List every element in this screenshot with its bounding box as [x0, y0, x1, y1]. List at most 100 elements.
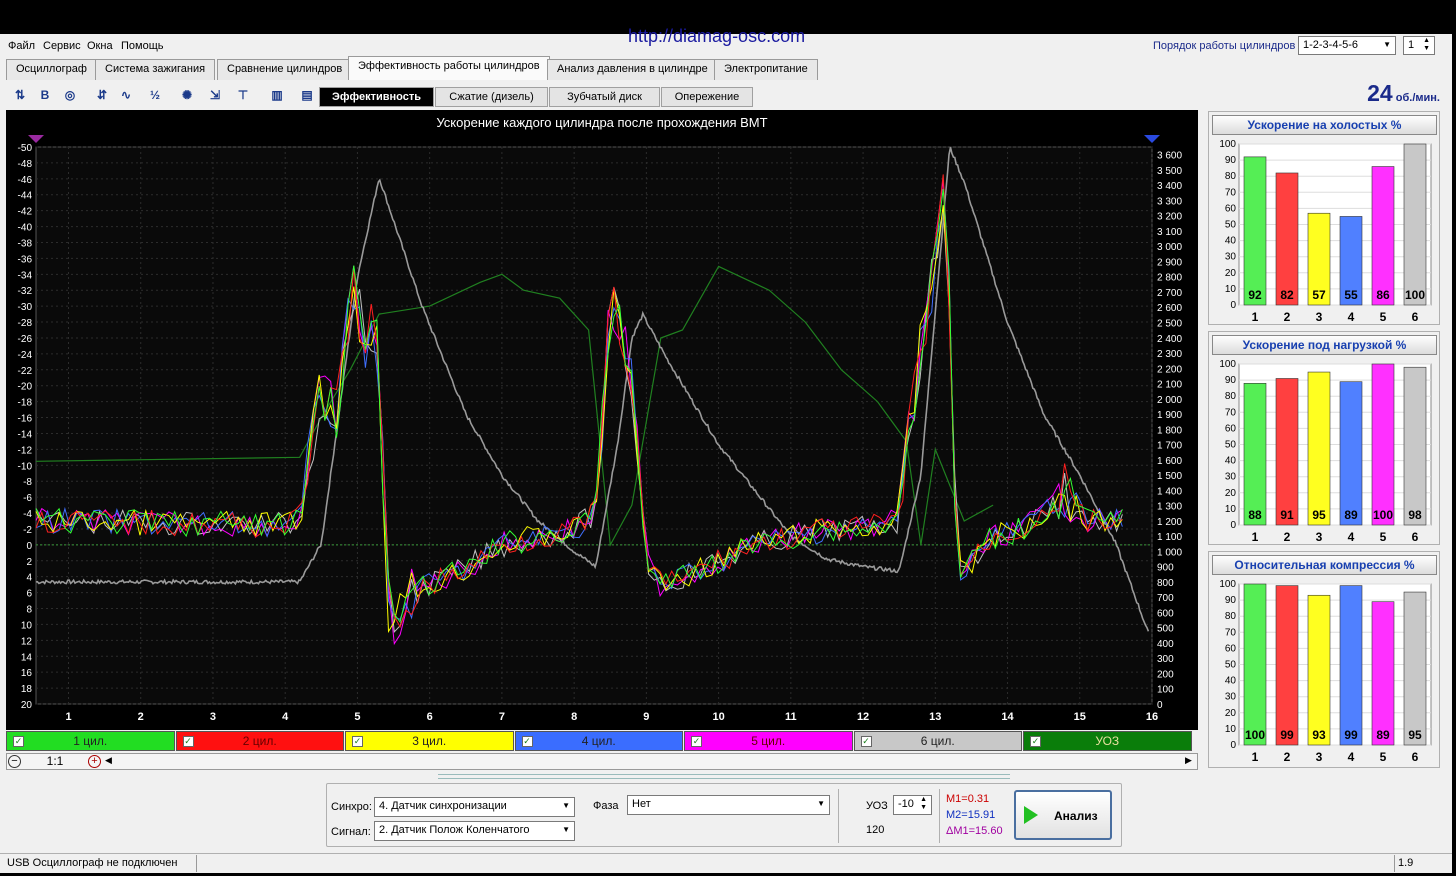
panel-x-tick: 5: [1380, 310, 1387, 324]
cylinder-tab-label: 5 цил.: [751, 734, 786, 748]
checkbox-icon[interactable]: ✓: [860, 736, 872, 747]
subtab-compression-diesel[interactable]: Сжатие (дизель): [435, 87, 548, 107]
panel-3: Относительная компрессия % 100 90 80 70 60 50 4…: [1208, 551, 1440, 768]
zoom-out-icon[interactable]: −: [8, 755, 21, 768]
uoz-stepper[interactable]: -10 ▲ ▼: [893, 795, 932, 815]
panel-bar-chart: 1009080706050403020100921822573554865100…: [1219, 139, 1432, 324]
cylinder-tab-5[interactable]: ✓ 5 цил.: [684, 731, 853, 751]
panel-y-tick: 100: [1219, 139, 1236, 150]
spin-arrows-icon: ▲ ▼: [920, 796, 927, 811]
cylinder-tab-label: 3 цил.: [412, 734, 447, 748]
signal-select[interactable]: 2. Датчик Полож Коленчатого ▼: [374, 821, 575, 841]
marker-icon[interactable]: ⊤: [232, 85, 254, 105]
bar-chart-icon[interactable]: ▥: [266, 85, 288, 105]
cylinder-tab-3[interactable]: ✓ 3 цил.: [345, 731, 514, 751]
y-right-tick: 1 900: [1157, 410, 1182, 421]
y-right-tick: 2 000: [1157, 395, 1182, 406]
panel-2: Ускорение под нагрузкой % 100 90 80 70 60 50 40…: [1208, 331, 1440, 545]
menu-help[interactable]: Помощь: [121, 40, 164, 52]
scroll-left-icon[interactable]: ◀: [105, 755, 112, 766]
y-right-tick: 2 800: [1157, 273, 1182, 284]
cylinder-tab-label: 6 цил.: [920, 734, 955, 748]
pointer-icon[interactable]: ⇅: [9, 85, 31, 105]
panel-bar: [1339, 381, 1363, 526]
x-tick: 3: [210, 711, 216, 723]
firing-order-stepper[interactable]: 1 ▲ ▼: [1403, 36, 1435, 55]
panel-y-tick: 0: [1230, 300, 1236, 311]
panel-y-tick: 70: [1225, 407, 1237, 418]
chart-title: Ускорение каждого цилиндра после прохожд…: [436, 115, 767, 130]
cursor-marker-right[interactable]: [1144, 135, 1160, 143]
bold-b-icon[interactable]: B: [34, 85, 56, 105]
scale-icon[interactable]: ⇵: [91, 85, 113, 105]
splitter-handle[interactable]: [438, 774, 1010, 779]
scroll-right-icon[interactable]: ▶: [1185, 755, 1192, 766]
tab-cylinder-compare[interactable]: Сравнение цилиндров: [217, 59, 353, 80]
status-connection: USB Осциллограф не подключен: [7, 857, 178, 869]
panel-1: Ускорение на холостых % 100 90 80 70 60 50 40 30…: [1208, 111, 1440, 325]
grid-icon[interactable]: ▤: [296, 85, 318, 105]
play-icon: [1024, 806, 1038, 824]
tab-pressure-analysis[interactable]: Анализ давления в цилиндре: [547, 59, 718, 80]
panel-y-tick: 0: [1230, 740, 1236, 751]
y-left-tick: -18: [18, 398, 33, 409]
tab-power-supply[interactable]: Электропитание: [714, 59, 818, 80]
panel-bar: [1275, 378, 1299, 526]
tab-cylinder-efficiency[interactable]: Эффективность работы цилиндров: [348, 56, 550, 80]
panel-bar-value: 95: [1408, 728, 1422, 742]
panel-y-tick: 60: [1225, 643, 1237, 654]
checkbox-icon[interactable]: ✓: [13, 736, 24, 747]
sync-select[interactable]: 4. Датчик синхронизации ▼: [374, 797, 575, 817]
subtab-tooth-disk[interactable]: Зубчатый диск: [549, 87, 660, 107]
numbers-icon[interactable]: ⇲: [204, 85, 226, 105]
checkbox-icon[interactable]: ✓: [182, 736, 194, 747]
divider: [838, 789, 839, 843]
phase-select[interactable]: Нет ▼: [627, 795, 830, 815]
horizontal-scrollbar[interactable]: [6, 753, 1198, 770]
marker-delta: ΔM1=15.60: [946, 825, 1003, 837]
firing-order-select[interactable]: 1-2-3-4-5-6 ▼: [1298, 36, 1396, 55]
subtab-efficiency[interactable]: Эффективность: [319, 87, 434, 107]
cursor-marker-left[interactable]: [28, 135, 44, 143]
y-right-tick: 2 400: [1157, 334, 1182, 345]
curve-icon[interactable]: ∿: [115, 85, 137, 105]
tab-ignition[interactable]: Система зажигания: [95, 59, 216, 80]
y-right-tick: 800: [1157, 578, 1174, 589]
checkbox-icon[interactable]: ✓: [1030, 736, 1041, 747]
checkbox-icon[interactable]: ✓: [521, 736, 533, 747]
y-left-tick: -4: [23, 509, 32, 520]
zoom-in-icon[interactable]: +: [88, 755, 101, 768]
cylinder-tab-4[interactable]: ✓ 4 цил.: [514, 731, 683, 751]
tab-oscilloscope[interactable]: Осциллограф: [6, 59, 97, 80]
panel-y-tick: 90: [1225, 375, 1237, 386]
panel-bar: [1307, 371, 1331, 526]
analyze-button[interactable]: Анализ: [1014, 790, 1112, 840]
checkbox-icon[interactable]: ✓: [691, 736, 702, 747]
cylinder-tab-6[interactable]: ✓ 6 цил.: [853, 731, 1022, 751]
checkbox-icon[interactable]: ✓: [352, 736, 363, 747]
filter-icon[interactable]: ✺: [176, 85, 198, 105]
y-right-tick: 500: [1157, 624, 1174, 635]
site-url: http://diamag-osc.com: [628, 26, 806, 46]
panel-y-tick: 10: [1225, 284, 1237, 295]
menu-windows[interactable]: Окна: [87, 40, 113, 52]
rpm-icon[interactable]: ◎: [59, 85, 81, 105]
y-right-tick: 1 800: [1157, 425, 1182, 436]
x-tick: 6: [427, 711, 433, 723]
menu-file[interactable]: Файл: [8, 40, 35, 52]
panel-bar: [1243, 156, 1267, 306]
cylinder-tab-2[interactable]: ✓ 2 цил.: [175, 731, 344, 751]
cylinder-tab-7[interactable]: ✓ УОЗ: [1023, 731, 1192, 751]
panel-title: Ускорение на холостых %: [1212, 115, 1437, 135]
y-right-tick: 1 000: [1157, 547, 1182, 558]
panel-y-tick: 70: [1225, 187, 1237, 198]
cylinder-tab-1[interactable]: ✓ 1 цил.: [6, 731, 175, 751]
y-left-tick: -44: [18, 191, 33, 202]
panel-y-tick: 20: [1225, 488, 1237, 499]
acceleration-chart[interactable]: Ускорение каждого цилиндра после прохожд…: [6, 110, 1198, 730]
chevron-down-icon: ▼: [562, 801, 570, 810]
y-right-tick: 1 600: [1157, 456, 1182, 467]
half-icon[interactable]: ½: [144, 85, 166, 105]
menu-service[interactable]: Сервис: [43, 40, 81, 52]
subtab-advance[interactable]: Опережение: [661, 87, 753, 107]
